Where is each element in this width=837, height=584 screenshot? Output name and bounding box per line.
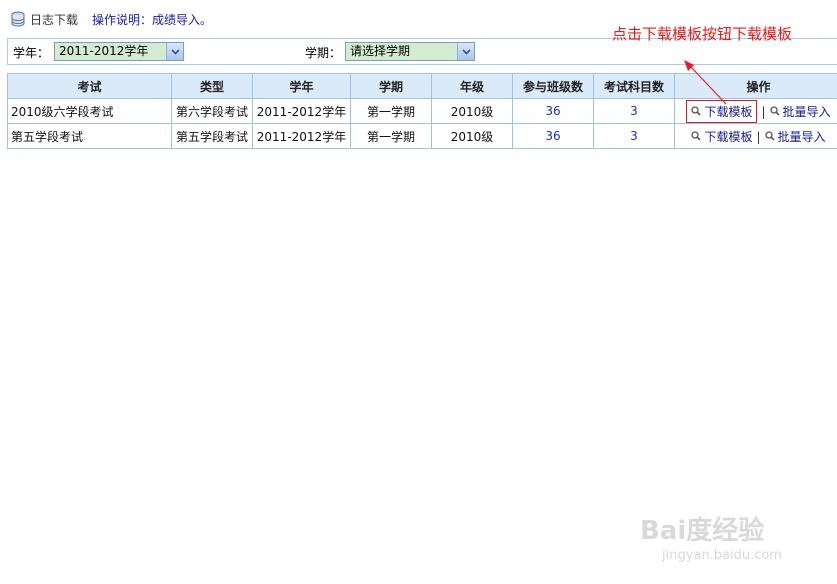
log-download-link[interactable]: 日志下载 (30, 11, 78, 28)
actions-cell: 下载模板 | 批量导入 (674, 123, 837, 149)
batch-import-label: 批量导入 (782, 104, 831, 119)
year-cell: 2011-2012学年 (252, 123, 351, 149)
grade-cell: 2010级 (431, 98, 513, 124)
magnifier-icon (764, 131, 775, 141)
exam-cell: 2010级六学段考试 (7, 98, 172, 124)
annotation-arrow-icon (684, 60, 727, 105)
column-header: 年级 (431, 73, 513, 99)
class-count-cell[interactable]: 36 (512, 98, 594, 124)
baidu-watermark-url: jingyan.baidu.com (662, 548, 782, 563)
magnifier-icon (769, 106, 780, 116)
class-count-cell[interactable]: 36 (512, 123, 594, 149)
column-header: 参与班级数 (512, 73, 594, 99)
term-label: 学期： (305, 46, 342, 60)
column-header: 学年 (252, 73, 351, 99)
batch-import-button[interactable]: 批量导入 (769, 103, 831, 120)
type-cell: 第六学段考试 (171, 98, 253, 124)
instruction-text: 操作说明：成绩导入。 (92, 12, 213, 27)
subject-count-cell[interactable]: 3 (593, 123, 675, 149)
column-header: 考试科目数 (593, 73, 675, 99)
column-header: 类型 (171, 73, 253, 99)
type-cell: 第五学段考试 (171, 123, 253, 149)
term-cell: 第一学期 (350, 98, 432, 124)
column-header: 学期 (350, 73, 432, 99)
grade-cell: 2010级 (431, 123, 513, 149)
chevron-down-icon[interactable] (457, 43, 474, 60)
term-select[interactable]: 请选择学期 (345, 42, 475, 61)
subject-count-cell[interactable]: 3 (593, 98, 675, 124)
batch-import-label: 批量导入 (777, 129, 826, 144)
year-select-value: 2011-2012学年 (59, 44, 149, 58)
year-label: 学年： (13, 46, 50, 60)
top-bar: 日志下载 操作说明：成绩导入。 (10, 10, 212, 28)
annotation-text: 点击下载模板按钮下载模板 (612, 25, 793, 43)
separator: | (761, 105, 766, 119)
database-icon (11, 11, 25, 27)
table-row: 第五学段考试 第五学段考试 2011-2012学年 第一学期 2010级 36 … (7, 123, 837, 149)
magnifier-icon (691, 131, 702, 141)
download-template-label: 下载模板 (704, 129, 753, 144)
batch-import-button[interactable]: 批量导入 (764, 128, 826, 145)
chevron-down-icon[interactable] (166, 43, 183, 60)
year-cell: 2011-2012学年 (252, 98, 351, 124)
exam-cell: 第五学段考试 (7, 123, 172, 149)
year-select[interactable]: 2011-2012学年 (54, 42, 184, 61)
term-cell: 第一学期 (350, 123, 432, 149)
baidu-watermark: Bai度经验 (640, 516, 765, 546)
column-header: 考试 (7, 73, 172, 99)
term-select-value: 请选择学期 (350, 44, 411, 58)
download-template-button[interactable]: 下载模板 (691, 128, 752, 145)
separator: | (756, 130, 761, 144)
